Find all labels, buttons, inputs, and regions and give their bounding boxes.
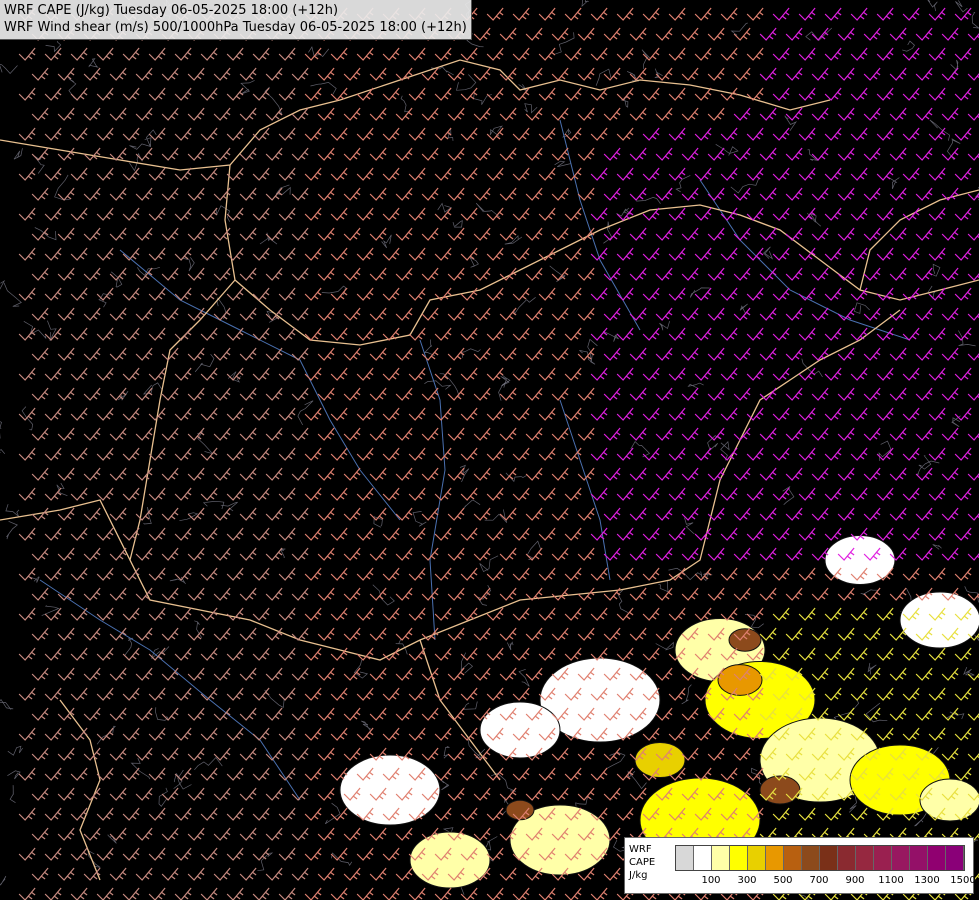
legend-tick: 1300 (914, 875, 940, 886)
legend-swatch (892, 846, 910, 870)
legend-swatch (928, 846, 946, 870)
map-title: WRF CAPE (J/kg) Tuesday 06-05-2025 18:00… (0, 0, 472, 40)
legend-model: WRF (629, 844, 652, 855)
legend-swatch (766, 846, 784, 870)
legend-tick-labels: 100 300 500 700 900 1100 1300 1500 (675, 875, 975, 889)
legend-tick: 700 (809, 875, 829, 886)
legend-color-scale (675, 845, 965, 871)
legend-swatch (784, 846, 802, 870)
legend-tick: 300 (737, 875, 757, 886)
legend-swatch (910, 846, 928, 870)
legend-swatch (694, 846, 712, 870)
title-line-shear: WRF Wind shear (m/s) 500/1000hPa Tuesday… (4, 20, 467, 35)
legend-tick: 1500 (950, 875, 976, 886)
legend-swatch (946, 846, 964, 870)
legend-tick: 900 (845, 875, 865, 886)
legend-swatch (820, 846, 838, 870)
title-line-cape: WRF CAPE (J/kg) Tuesday 06-05-2025 18:00… (4, 3, 339, 18)
legend-swatch (676, 846, 694, 870)
cape-legend: WRF CAPE J/kg 100 300 500 700 900 1100 1300 150… (624, 837, 976, 894)
legend-swatch (856, 846, 874, 870)
legend-swatch (712, 846, 730, 870)
legend-tick: 1100 (878, 875, 904, 886)
legend-tick: 500 (773, 875, 793, 886)
legend-swatch (748, 846, 766, 870)
legend-swatch (838, 846, 856, 870)
legend-swatch (802, 846, 820, 870)
legend-swatch (730, 846, 748, 870)
legend-swatch (874, 846, 892, 870)
legend-unit: J/kg (629, 870, 648, 881)
forecast-map (0, 0, 979, 900)
legend-label: WRF CAPE J/kg (629, 843, 655, 882)
legend-variable: CAPE (629, 857, 656, 868)
legend-tick: 100 (701, 875, 721, 886)
